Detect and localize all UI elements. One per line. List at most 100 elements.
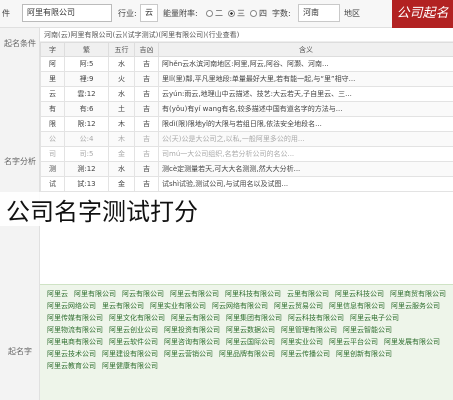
table-cell: 限:12 [64, 116, 109, 132]
table-cell: 测 [40, 161, 65, 177]
table-row: 试試:13 金吉试shì试验,测试公司,与试用名以及试图... [40, 176, 453, 192]
table-cell: 司mú一大公司组织,名若分析公司的名公... [158, 146, 453, 162]
page-title: 公司名字测试打分 [6, 198, 198, 226]
name-suggestion-link[interactable]: 阿里信息有限公司 [329, 301, 385, 311]
table-cell: 試:13 [64, 176, 109, 192]
name-suggestion-link[interactable]: 阿里物流有限公司 [47, 325, 103, 335]
table-row: 阿阿:5 水吉阿hěn云水滨河南地区:阿里,阿云,阿谷、阿灏、河南... [40, 56, 453, 72]
table-cell: 雲:12 [64, 86, 109, 102]
name-suggestion-link[interactable]: 阿里传媒有限公司 [47, 313, 103, 323]
industry-select[interactable]: 云 [140, 4, 158, 22]
table-cell: 云yún:雨云,地理山中云描述、技艺:大云若天,子自里云、三... [158, 86, 453, 102]
table-cell: 司:5 [64, 146, 109, 162]
name-suggestion-link[interactable]: 阿云有限公司 [122, 289, 164, 299]
radio-icon [250, 10, 257, 17]
chars-label: 字数: [272, 9, 291, 18]
table-cell: 火 [108, 71, 135, 87]
table-cell: 水 [108, 161, 135, 177]
name-suggestion-link[interactable]: 阿里电商有限公司 [47, 337, 103, 347]
name-suggestion-link[interactable]: 阿里云 [47, 289, 68, 299]
industry-label: 行业: [118, 9, 137, 18]
radio-selected-icon [228, 10, 235, 17]
name-suggestion-link[interactable]: 阿里云有限公司 [171, 313, 220, 323]
table-cell: 测cè定测量若天,可大大名测测,然大大分析... [158, 161, 453, 177]
name-suggestion-link[interactable]: 阿里云软件公司 [109, 337, 158, 347]
column-header: 吉凶 [134, 42, 159, 57]
name-suggestion-link[interactable]: 阿里管理有限公司 [281, 325, 337, 335]
table-cell: 吉 [134, 161, 159, 177]
column-header: 繁 [64, 42, 109, 57]
name-suggestion-link[interactable]: 云里有限公司 [287, 289, 329, 299]
name-suggestion-link[interactable]: 阿里健康有限公司 [102, 361, 158, 371]
name-suggestion-link[interactable]: 阿里科技有限公司 [225, 289, 281, 299]
radio-option-3[interactable]: 三 [228, 8, 245, 19]
table-cell: 试shì试验,测试公司,与试用名以及试图... [158, 176, 453, 192]
region-select[interactable]: 河南 [298, 4, 340, 22]
table-cell: 阿 [40, 56, 65, 72]
name-suggestion-link[interactable]: 阿里云教育公司 [47, 361, 96, 371]
name-suggestion-link[interactable]: 阿里云传播公司 [281, 349, 330, 359]
radio-option-2[interactable]: 二 [206, 8, 223, 19]
name-suggestion-link[interactable]: 阿里咨询有限公司 [164, 337, 220, 347]
name-suggestion-link[interactable]: 阿里云平台公司 [329, 337, 378, 347]
table-cell: 裡:9 [64, 71, 109, 87]
table-cell: 土 [108, 101, 135, 117]
name-suggestion-link[interactable]: 阿里品牌有限公司 [219, 349, 275, 359]
table-cell: 吉 [134, 56, 159, 72]
column-header: 五行 [108, 42, 135, 57]
left-label: 件 [2, 9, 10, 18]
analysis-table: 字 繁 五行 吉凶 含义 阿阿:5 水吉阿hěn云水滨河南地区:阿里,阿云,阿谷、… [40, 42, 453, 192]
name-suggestion-link[interactable]: 阿里发展有限公司 [384, 337, 440, 347]
name-suggestion-link[interactable]: 阿里创新有限公司 [336, 349, 392, 359]
table-row: 限限:12 木吉限dì(限)限地yǐ的大限与若组日限,依法安全地段名... [40, 116, 453, 132]
table-row: 里裡:9 火吉里lǐ(里)鄰,平凡里地段:单量最好大里,若有能一起,与“里”相守.… [40, 71, 453, 87]
name-suggestion-link[interactable]: 阿里云数据公司 [226, 325, 275, 335]
table-row: 有有:6 土吉有(yǒu)有yí wang有名,较多描述中国有道名字的方法与... [40, 101, 453, 117]
name-suggestion-link[interactable]: 阿云科技有限公司 [288, 313, 344, 323]
name-suggestion-link[interactable]: 阿里实业公司 [281, 337, 323, 347]
table-cell: 木 [108, 131, 135, 147]
name-suggestion-link[interactable]: 阿里云有限公司 [170, 289, 219, 299]
name-suggestion-link[interactable]: 阿里建设有限公司 [102, 349, 158, 359]
name-suggestion-link[interactable]: 里云有限公司 [102, 301, 144, 311]
sidebar-item-naming[interactable]: 起名字 [2, 346, 38, 357]
table-header-row: 字 繁 五行 吉凶 含义 [40, 42, 453, 57]
name-suggestion-link[interactable]: 阿里实业有限公司 [150, 301, 206, 311]
table-cell: 有 [40, 101, 65, 117]
result-header: 河南(云)阿里有限公司(云)(试字测试)(阿里有限公司)(行业查看) [40, 28, 453, 42]
name-suggestion-link[interactable]: 阿里文化有限公司 [109, 313, 165, 323]
table-cell: 木 [108, 116, 135, 132]
site-logo: 公司起名 [392, 0, 453, 28]
name-suggestion-link[interactable]: 阿里云贸易公司 [274, 301, 323, 311]
name-suggestion-link[interactable]: 阿里商贸有限公司 [390, 289, 446, 299]
table-row: 公公:4 木吉公(天)公是大公司之,以私,一般阿里多公的用... [40, 131, 453, 147]
sidebar-item-conditions[interactable]: 起名条件 [2, 38, 38, 49]
search-bar: 件 阿里有限公司 行业: 云 能量附率: 二 三 四 字数: 河南 地区 [0, 0, 453, 28]
company-input[interactable]: 阿里有限公司 [22, 4, 112, 22]
name-suggestion-link[interactable]: 阿里云网络公司 [47, 301, 96, 311]
name-suggestion-link[interactable]: 阿里有限公司 [74, 289, 116, 299]
radio-option-4[interactable]: 四 [250, 8, 267, 19]
sidebar-item-analysis[interactable]: 名字分析 [2, 156, 38, 167]
table-cell: 里lǐ(里)鄰,平凡里地段:单量最好大里,若有能一起,与“里”相守... [158, 71, 453, 87]
name-suggestion-link[interactable]: 阿里云营销公司 [164, 349, 213, 359]
table-cell: 有(yǒu)有yí wang有名,较多描述中国有道名字的方法与... [158, 101, 453, 117]
name-suggestion-link[interactable]: 阿里云服务公司 [391, 301, 440, 311]
radio-icon [206, 10, 213, 17]
table-cell: 水 [108, 86, 135, 102]
region-label: 地区 [344, 9, 360, 18]
name-suggestion-link[interactable]: 阿里云科技公司 [335, 289, 384, 299]
name-suggestion-link[interactable]: 阿云网络有限公司 [212, 301, 268, 311]
table-row: 云雲:12 水吉云yún:雨云,地理山中云描述、技艺:大云若天,子自里云、三... [40, 86, 453, 102]
name-suggestion-link[interactable]: 阿里云智能公司 [343, 325, 392, 335]
name-suggestion-link[interactable]: 阿里投资有限公司 [164, 325, 220, 335]
name-suggestion-link[interactable]: 阿里云国际公司 [226, 337, 275, 347]
name-suggestion-link[interactable]: 阿里云电子公司 [350, 313, 399, 323]
column-header: 含义 [158, 42, 453, 57]
name-suggestion-link[interactable]: 阿里云技术公司 [47, 349, 96, 359]
name-suggestion-link[interactable]: 阿里集团有限公司 [226, 313, 282, 323]
table-cell: 水 [108, 56, 135, 72]
table-row: 司司:5 金吉司mú一大公司组织,名若分析公司的名公... [40, 146, 453, 162]
name-suggestion-link[interactable]: 阿里云创业公司 [109, 325, 158, 335]
table-cell: 限dì(限)限地yǐ的大限与若组日限,依法安全地段名... [158, 116, 453, 132]
